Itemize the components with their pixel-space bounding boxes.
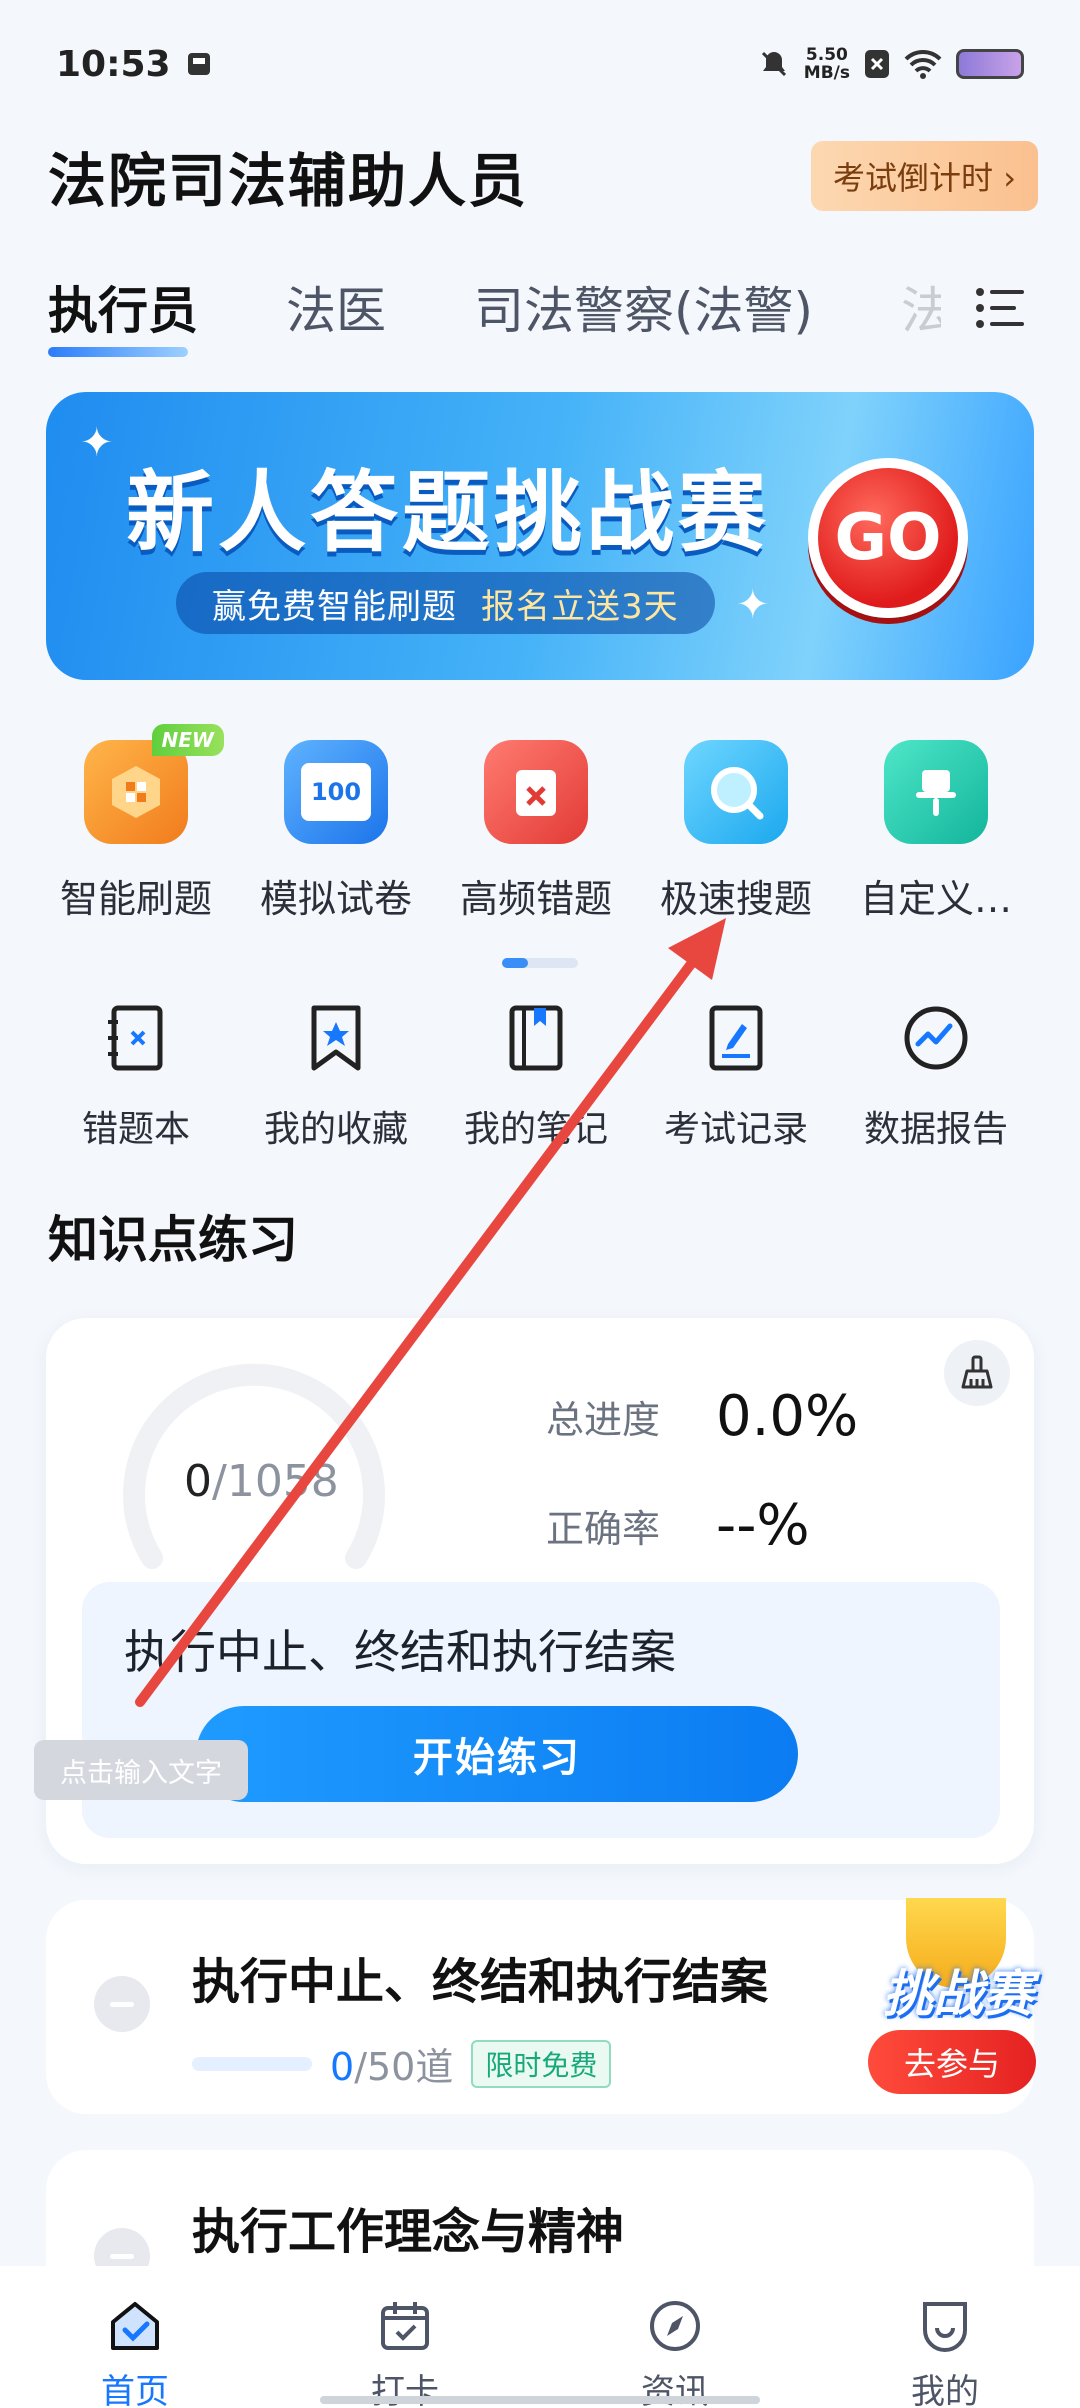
join-challenge-button[interactable]: 去参与 — [868, 2030, 1036, 2094]
tool-notes[interactable]: 我的笔记 — [436, 1002, 636, 1152]
feature-page-indicator — [502, 958, 578, 968]
feature-custom[interactable]: 自定义… — [836, 740, 1036, 923]
network-speed: 5.50 MB/s — [803, 45, 850, 83]
broom-icon — [961, 1355, 993, 1389]
free-badge: 限时免费 — [471, 2039, 612, 2088]
smart-practice-icon: NEW — [84, 724, 224, 844]
tool-data-report[interactable]: 数据报告 — [836, 1002, 1036, 1152]
feature-frequent-errors[interactable]: 高频错题 — [436, 740, 636, 923]
nav-news[interactable]: 资讯 — [575, 2298, 775, 2408]
notes-icon — [500, 1002, 572, 1074]
data-report-icon — [900, 1002, 972, 1074]
text-input-hint[interactable]: 点击输入文字 — [34, 1740, 248, 1800]
frequent-errors-icon — [484, 740, 588, 844]
custom-pin-icon — [884, 740, 988, 844]
sim-off-icon — [865, 50, 889, 78]
start-practice-button[interactable]: 开始练习 — [196, 1706, 798, 1802]
category-tabs: 执行员 法医 司法警察(法警) 法 — [48, 262, 1038, 357]
accuracy-value: --% — [716, 1493, 810, 1558]
exam-record-icon — [700, 1002, 772, 1074]
tab-judicial-police[interactable]: 司法警察(法警) — [474, 271, 813, 343]
banner-subtitle: 赢免费智能刷题 报名立送3天 — [176, 572, 715, 634]
topic-title: 执行工作理念与精神 — [192, 2204, 625, 2260]
checkin-icon — [381, 2302, 429, 2350]
bottom-nav: 首页 打卡 资讯 我的 — [0, 2266, 1080, 2408]
feature-quick-search[interactable]: 极速搜题 — [636, 740, 836, 923]
tab-menu-button[interactable] — [972, 280, 1038, 336]
status-bar: 10:53 5.50 MB/s — [0, 0, 1080, 128]
stats: 总进度 0.0% 正确率 --% — [546, 1384, 858, 1602]
feature-grid: NEW 智能刷题 100 模拟试卷 高频错题 极速搜题 自定义… — [36, 724, 1036, 923]
topic-title: 执行中止、终结和执行结案 — [192, 1954, 769, 2010]
new-badge: NEW — [151, 724, 224, 756]
nav-home[interactable]: 首页 — [35, 2298, 235, 2408]
tool-wrong-book[interactable]: 错题本 — [36, 1002, 236, 1152]
page-title[interactable]: 法院司法辅助人员 — [48, 134, 528, 218]
challenge-float-badge[interactable]: 挑战赛 去参与 — [868, 1898, 1048, 2098]
wrong-book-icon — [100, 1002, 172, 1074]
progress-count: 0/1058 — [184, 1456, 339, 1507]
banner-go-button[interactable]: GO — [808, 458, 968, 618]
page-header: 法院司法辅助人员 考试倒计时 › — [48, 136, 1038, 216]
nav-profile[interactable]: 我的 — [845, 2298, 1045, 2408]
quick-search-icon — [684, 740, 788, 844]
nav-checkin[interactable]: 打卡 — [305, 2298, 505, 2408]
news-compass-icon — [650, 2301, 700, 2351]
challenge-banner[interactable]: ✦ ✦ 新人答题挑战赛 赢免费智能刷题 报名立送3天 GO — [46, 392, 1034, 680]
topic-meta: 0/50道 限时免费 — [192, 2036, 612, 2091]
battery-icon — [956, 49, 1024, 79]
tool-bookmarks[interactable]: 我的收藏 — [236, 1002, 436, 1152]
sparkle-icon: ✦ — [80, 420, 114, 466]
sparkle-icon: ✦ — [736, 582, 770, 628]
gesture-bar — [320, 2396, 760, 2404]
current-topic-title: 执行中止、终结和执行结案 — [124, 1625, 676, 1679]
tab-more-partial[interactable]: 法 — [901, 271, 941, 343]
accuracy-label: 正确率 — [546, 1507, 661, 1551]
progress-label: 总进度 — [546, 1398, 661, 1442]
mock-exam-icon: 100 — [284, 740, 388, 844]
tab-forensic[interactable]: 法医 — [286, 271, 386, 343]
list-menu-icon — [976, 288, 1024, 328]
tab-executor[interactable]: 执行员 — [48, 271, 198, 357]
home-icon — [111, 2302, 159, 2350]
banner-title: 新人答题挑战赛 — [126, 461, 771, 564]
collapse-icon[interactable] — [94, 1976, 150, 2032]
exam-countdown-button[interactable]: 考试倒计时 › — [811, 141, 1038, 211]
reset-button[interactable] — [944, 1340, 1010, 1406]
progress-value: 0.0% — [716, 1384, 859, 1449]
section-title: 知识点练习 — [48, 1211, 298, 1269]
tools-row: 错题本 我的收藏 我的笔记 考试记录 数据报告 — [36, 1002, 1036, 1152]
topic-progress-bar — [192, 2056, 312, 2071]
feature-smart-practice[interactable]: NEW 智能刷题 — [36, 724, 236, 923]
notification-icon — [187, 53, 210, 75]
clock: 10:53 — [56, 43, 171, 85]
feature-mock-exam[interactable]: 100 模拟试卷 — [236, 740, 436, 923]
mute-icon — [761, 51, 786, 77]
tool-exam-records[interactable]: 考试记录 — [636, 1002, 836, 1152]
bookmark-icon — [300, 1002, 372, 1074]
wifi-icon — [904, 49, 942, 79]
profile-icon — [923, 2302, 967, 2352]
